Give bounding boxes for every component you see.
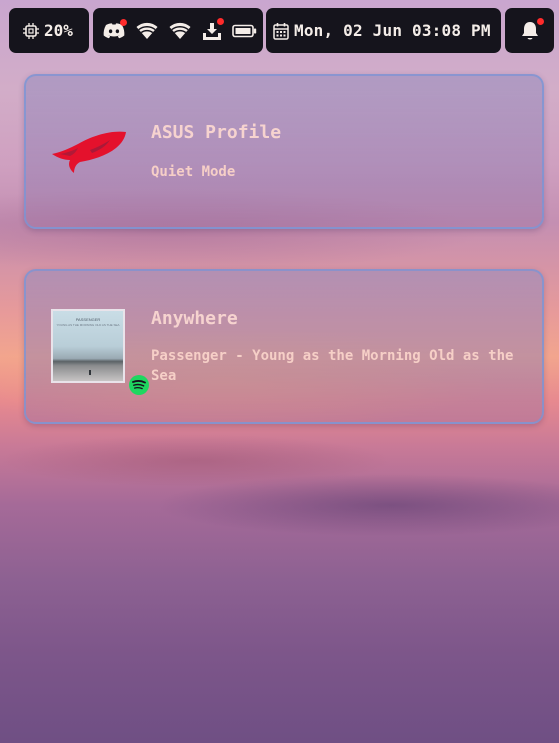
system-tray: [93, 8, 263, 53]
notifications-button[interactable]: [505, 8, 554, 53]
clock-widget[interactable]: Mon, 02 Jun 03:08 PM: [266, 8, 501, 53]
bell-icon: [520, 17, 544, 42]
calendar-icon: [273, 22, 289, 40]
track-artist-album: Passenger - Young as the Morning Old as …: [151, 348, 514, 384]
notifications-badge: [536, 17, 544, 25]
clock-label: Mon, 02 Jun 03:08 PM: [294, 21, 491, 40]
cpu-usage-label: 20%: [44, 21, 73, 40]
cpu-chip-icon: [22, 22, 40, 40]
wifi-icon[interactable]: [135, 22, 159, 40]
spotify-icon: [128, 374, 150, 396]
album-art-title: PASSENGER: [75, 317, 101, 322]
battery-icon[interactable]: [232, 23, 258, 39]
profile-mode: Quiet Mode: [151, 164, 236, 180]
card-title: ASUS Profile: [151, 122, 282, 143]
rog-logo: [50, 126, 128, 180]
album-art-subtitle: YOUNG AS THE MORNING OLD AS THE SEA: [56, 323, 120, 327]
discord-badge: [120, 18, 127, 26]
album-art-figure: [89, 370, 91, 375]
media-player-card[interactable]: PASSENGER YOUNG AS THE MORNING OLD AS TH…: [24, 269, 544, 424]
album-art: PASSENGER YOUNG AS THE MORNING OLD AS TH…: [51, 309, 125, 383]
discord-icon[interactable]: [102, 18, 127, 40]
asus-profile-card[interactable]: ASUS Profile Quiet Mode: [24, 74, 544, 229]
cpu-usage-widget[interactable]: 20%: [9, 8, 89, 53]
download-icon[interactable]: [201, 17, 224, 41]
download-badge: [217, 17, 224, 25]
wifi-icon[interactable]: [168, 22, 192, 40]
track-title: Anywhere: [151, 308, 238, 329]
